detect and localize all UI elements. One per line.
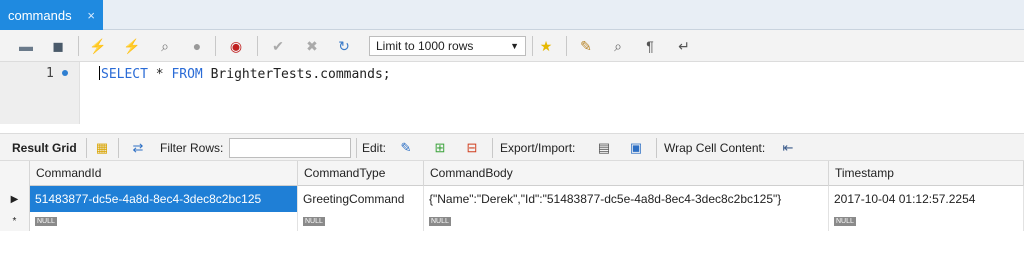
filter-rows-input[interactable] — [229, 138, 351, 158]
sql-statement[interactable]: SELECT * FROM BrighterTests.commands; — [99, 66, 391, 82]
result-grid: CommandId CommandType CommandBody Timest… — [0, 161, 1024, 256]
refresh-icon[interactable]: ⇄ — [128, 138, 148, 158]
null-badge: NULL — [303, 217, 325, 226]
cell-commandid[interactable]: 51483877-dc5e-4a8d-8ec4-3dec8c2bc125 — [30, 186, 298, 212]
limit-rows-label: Limit to 1000 rows — [376, 39, 474, 53]
wrap-cell-label: Wrap Cell Content: — [664, 141, 766, 155]
new-cell-commandbody[interactable]: NULL — [424, 212, 829, 231]
edit-label: Edit: — [362, 141, 387, 155]
sql-toolbar: ▬ ◼ ⚡ ⚡ ⌕ ● ◉ ✔ ✖ ↻ Limit to 1000 rows ▼… — [0, 30, 1024, 62]
tab-commands[interactable]: commands × — [0, 0, 103, 30]
statement-marker-icon — [62, 70, 68, 76]
grid-corner — [0, 161, 30, 186]
bookmark-star-icon[interactable]: ★ — [536, 36, 556, 56]
toolbar-separator — [78, 36, 79, 56]
sql-keyword-select: SELECT — [101, 67, 148, 82]
toolbar-separator — [532, 36, 533, 56]
grid-header-row: CommandId CommandType CommandBody Timest… — [0, 161, 1024, 186]
text-caret — [99, 66, 100, 80]
new-cell-commandid[interactable]: NULL — [30, 212, 298, 231]
import-icon[interactable]: ▣ — [626, 138, 646, 158]
invisible-chars-icon[interactable]: ¶ — [640, 36, 660, 56]
tab-bar: commands × — [0, 0, 1024, 30]
result-grid-label[interactable]: Result Grid — [12, 141, 77, 155]
execute-current-icon[interactable]: ⚡ — [122, 36, 142, 56]
cell-timestamp[interactable]: 2017-10-04 01:12:57.2254 — [829, 186, 1024, 212]
commit-icon[interactable]: ✔ — [268, 36, 288, 56]
edit-row-icon[interactable]: ✎ — [396, 138, 416, 158]
toolbar-separator — [215, 36, 216, 56]
sql-table-name: BrighterTests.commands; — [202, 67, 391, 82]
rollback-icon[interactable]: ✖ — [302, 36, 322, 56]
toolbar-separator — [566, 36, 567, 56]
toolbar-separator — [86, 138, 87, 158]
save-icon[interactable]: ◼ — [48, 36, 68, 56]
autocommit-icon[interactable]: ↻ — [334, 36, 354, 56]
wrap-icon[interactable]: ↵ — [674, 36, 694, 56]
add-row-icon[interactable]: ⊞ — [430, 138, 450, 158]
open-folder-icon[interactable]: ▬ — [16, 36, 36, 56]
new-cell-timestamp[interactable]: NULL — [829, 212, 1024, 231]
column-header-commandid[interactable]: CommandId — [30, 161, 298, 186]
find-icon[interactable]: ⌕ — [608, 36, 628, 56]
filter-rows-label: Filter Rows: — [160, 141, 224, 155]
limit-rows-select[interactable]: Limit to 1000 rows ▼ — [369, 36, 526, 56]
cell-commandbody[interactable]: {"Name":"Derek","Id":"51483877-dc5e-4a8d… — [424, 186, 829, 212]
beautify-icon[interactable]: ✎ — [576, 36, 596, 56]
toolbar-separator — [356, 138, 357, 158]
toolbar-separator — [257, 36, 258, 56]
column-header-commandtype[interactable]: CommandType — [298, 161, 424, 186]
toggle-error-icon[interactable]: ◉ — [226, 36, 246, 56]
null-badge: NULL — [429, 217, 451, 226]
line-gutter: 1 — [0, 62, 80, 124]
cell-commandtype[interactable]: GreetingCommand — [298, 186, 424, 212]
new-cell-commandtype[interactable]: NULL — [298, 212, 424, 231]
delete-row-icon[interactable]: ⊟ — [462, 138, 482, 158]
export-import-label: Export/Import: — [500, 141, 576, 155]
explain-icon[interactable]: ⌕ — [155, 36, 175, 56]
toolbar-separator — [118, 138, 119, 158]
toolbar-separator — [656, 138, 657, 158]
chevron-down-icon: ▼ — [510, 41, 519, 51]
wrap-cell-icon[interactable]: ⇤ — [778, 138, 798, 158]
sql-editor[interactable]: 1 SELECT * FROM BrighterTests.commands; — [0, 62, 1024, 124]
export-icon[interactable]: ▤ — [594, 138, 614, 158]
toolbar-separator — [492, 138, 493, 158]
column-header-commandbody[interactable]: CommandBody — [424, 161, 829, 186]
new-row-marker: * — [0, 212, 30, 231]
column-header-timestamp[interactable]: Timestamp — [829, 161, 1024, 186]
tab-title: commands — [8, 7, 72, 23]
row-pointer-icon: ▶ — [0, 186, 30, 212]
sql-select-list: * — [147, 67, 172, 82]
stop-icon[interactable]: ● — [187, 36, 207, 56]
null-badge: NULL — [35, 217, 57, 226]
sql-keyword-from: FROM — [171, 67, 203, 82]
null-badge: NULL — [834, 217, 856, 226]
execute-icon[interactable]: ⚡ — [88, 36, 108, 56]
close-tab-icon[interactable]: × — [87, 8, 95, 23]
line-number: 1 — [46, 66, 54, 81]
grid-view-icon[interactable]: ▦ — [92, 138, 112, 158]
result-grid-toolbar: Result Grid ▦ ⇄ Filter Rows: Edit: ✎ ⊞ ⊟… — [0, 133, 1024, 161]
